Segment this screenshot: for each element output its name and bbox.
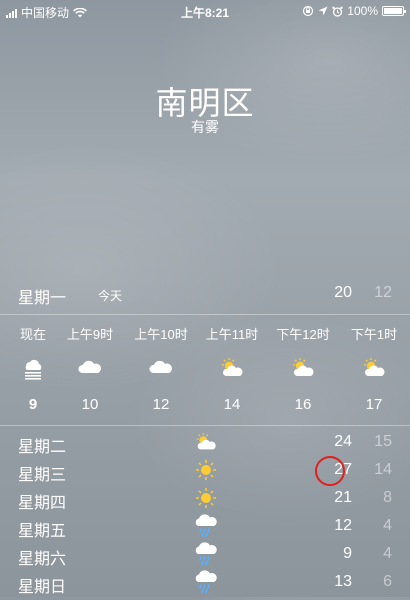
partly-sunny-icon <box>222 358 243 376</box>
day-name: 星期六 <box>18 551 67 568</box>
status-right: 100% <box>302 4 406 18</box>
hour-time: 下午12时 <box>276 327 330 342</box>
hourly-item: 现在 9 <box>3 324 63 413</box>
today-summary-row: 星期一 今天 20 12 <box>18 284 392 307</box>
sun-icon <box>196 488 216 508</box>
highlight-circle <box>315 456 345 486</box>
today-high: 20 <box>334 284 352 301</box>
cloud-icon <box>78 360 101 373</box>
partly-sunny-icon <box>293 358 314 376</box>
rain-icon <box>195 542 217 566</box>
day-name: 星期五 <box>18 523 67 540</box>
location-arrow-icon <box>318 6 328 16</box>
day-low: 6 <box>383 573 392 590</box>
hour-time: 上午10时 <box>134 327 188 342</box>
alarm-icon <box>332 6 343 17</box>
day-name: 星期四 <box>18 495 67 512</box>
hour-temp: 16 <box>294 396 312 413</box>
hour-time: 上午11时 <box>205 327 259 342</box>
day-low: 4 <box>383 517 392 534</box>
day-low: 14 <box>374 461 392 478</box>
daily-row: 星期四 21 8 <box>18 488 392 516</box>
daily-row: 星期二 24 15 <box>18 432 392 460</box>
day-name: 星期二 <box>18 439 67 456</box>
day-high: 21 <box>334 489 352 506</box>
hour-time: 下午1时 <box>350 327 398 342</box>
fog-icon <box>25 359 42 380</box>
daily-row: 星期六 9 4 <box>18 542 392 572</box>
hour-temp: 12 <box>152 396 170 413</box>
hourly-item: 上午11时 14 <box>202 324 262 413</box>
today-day-name: 星期一 <box>18 290 67 307</box>
day-high: 24 <box>334 433 352 450</box>
hour-time: 上午9时 <box>66 327 114 342</box>
current-temperature-value: 9 <box>172 127 238 249</box>
orientation-lock-icon <box>303 5 314 17</box>
hour-temp: 9 <box>28 396 38 413</box>
battery-icon <box>382 6 406 16</box>
current-temperature: 9 <box>0 136 410 241</box>
day-high: 13 <box>334 573 352 590</box>
daily-row: 星期日 13 6 <box>18 570 392 600</box>
divider-bottom <box>0 425 410 426</box>
battery-percent: 100% <box>347 4 378 18</box>
day-high: 9 <box>343 545 352 562</box>
hourly-item: 上午10时 12 <box>131 324 191 413</box>
hour-temp: 17 <box>365 396 383 413</box>
hourly-item: 上午9时 10 <box>60 324 120 413</box>
rain-icon <box>195 514 217 538</box>
hour-time: 现在 <box>19 327 46 342</box>
today-low: 12 <box>374 284 392 301</box>
day-name: 星期三 <box>18 467 67 484</box>
partly-sunny-icon <box>196 432 216 450</box>
cloud-icon <box>149 360 172 373</box>
sun-icon <box>196 460 216 480</box>
today-label: 今天 <box>98 289 123 303</box>
rain-icon <box>195 570 217 594</box>
divider-top <box>0 314 410 315</box>
day-name: 星期日 <box>18 579 67 596</box>
hourly-item: 下午1时 17 <box>344 324 404 413</box>
hour-temp: 14 <box>223 396 241 413</box>
partly-sunny-icon <box>364 358 385 376</box>
day-high: 12 <box>334 517 352 534</box>
hourly-item: 下午12时 16 <box>273 324 333 413</box>
hour-temp: 10 <box>81 396 99 413</box>
day-low: 8 <box>383 489 392 506</box>
day-low: 4 <box>383 545 392 562</box>
daily-row: 星期五 12 4 <box>18 514 392 544</box>
day-low: 15 <box>374 433 392 450</box>
status-bar: 中国移动 上午8:21 100% <box>0 0 410 22</box>
